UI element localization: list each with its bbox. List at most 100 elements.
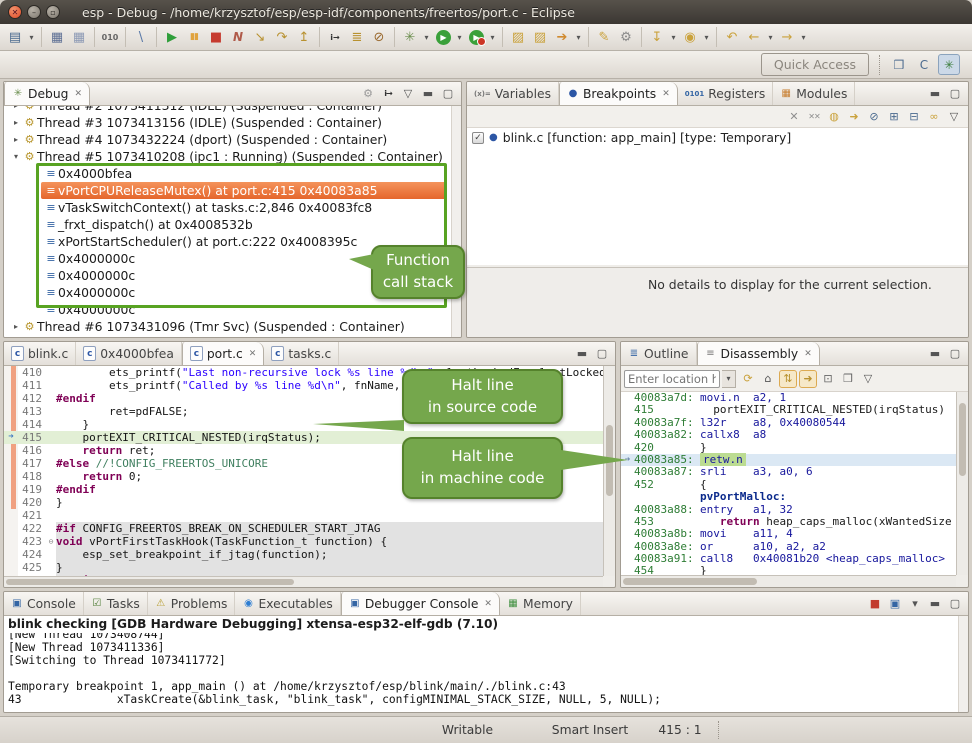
show-breakpoint-types-button[interactable]: ◍ [825, 108, 843, 126]
thread-row[interactable]: ▸⚙Thread #3 1073413156 (IDLE) (Suspended… [4, 114, 451, 131]
refresh-icon[interactable]: ⟳ [739, 370, 757, 388]
close-icon[interactable]: ✕ [484, 599, 492, 609]
editor-tab-0x4000bfea[interactable]: c0x4000bfea [76, 342, 182, 365]
remove-breakpoint-button[interactable]: ✕ [785, 108, 803, 126]
view-tab-problems[interactable]: ⚠Problems [148, 592, 236, 615]
home-icon[interactable]: ⌂ [759, 370, 777, 388]
sync-pc-toggle[interactable]: ⇅ [779, 370, 797, 388]
highlighter-button[interactable]: ✎ [594, 27, 614, 48]
go-to-file-button[interactable]: ➜ [845, 108, 863, 126]
step-return-button[interactable]: ↥ [294, 27, 314, 48]
remove-all-breakpoints-button[interactable]: ✕✕ [805, 108, 823, 126]
disassembly-code-area[interactable]: 40083a7d:movi.n a2, 1415 portEXIT_CRITIC… [621, 392, 956, 575]
editor-tab-blink-c[interactable]: cblink.c [4, 342, 76, 365]
minimize-icon[interactable]: ▬ [419, 85, 437, 103]
view-tab-tasks[interactable]: ☑Tasks [84, 592, 148, 615]
debug-perspective-button[interactable]: ✳ [938, 54, 960, 75]
view-tab-breakpoints[interactable]: ●Breakpoints✕ [559, 82, 678, 105]
skip-all-breakpoints-button[interactable]: \ [131, 27, 151, 48]
view-tab-console[interactable]: ▣Console [4, 592, 84, 615]
editor-tab-tasks-c[interactable]: ctasks.c [264, 342, 339, 365]
thread-row[interactable]: ▾⚙Thread #5 1073410208 (ipc1 : Running) … [4, 148, 451, 165]
breakpoint-row[interactable]: ✓●blink.c [function: app_main] [type: Te… [467, 128, 968, 147]
new-wizard-button-dropdown-icon[interactable]: ▾ [26, 33, 37, 42]
editor-tab-port-c[interactable]: cport.c✕ [182, 342, 264, 365]
location-input[interactable] [624, 370, 720, 388]
stack-frame-row[interactable]: ≡0x4000bfea [44, 165, 451, 182]
terminate-button[interactable]: ■ [206, 27, 226, 48]
debug-tree-scrollbar[interactable] [451, 106, 461, 337]
open-folder-button[interactable]: ▨ [530, 27, 550, 48]
suspend-button[interactable]: ▮▮ [184, 27, 204, 48]
save-button[interactable]: ▦ [47, 27, 67, 48]
view-tab-memory[interactable]: ▦Memory [500, 592, 581, 615]
terminate-console-button[interactable]: ■ [866, 595, 884, 613]
download-button-dropdown-icon[interactable]: ▾ [668, 33, 679, 42]
download-button[interactable]: ↧ [647, 27, 667, 48]
chevron-down-icon[interactable]: ▾ [10, 152, 22, 161]
view-tab-outline[interactable]: ≣Outline [621, 342, 697, 365]
view-tab-variables[interactable]: (x)=Variables [467, 82, 559, 105]
stack-frame-row[interactable]: ≡vPortCPUReleaseMutex() at port.c:415 0x… [41, 182, 447, 199]
back-button[interactable]: ← [744, 27, 764, 48]
step-over-button[interactable]: ↷ [272, 27, 292, 48]
lightbulb-button-dropdown-icon[interactable]: ▾ [701, 33, 712, 42]
thread-row[interactable]: ▸⚙Thread #4 1073432224 (dport) (Suspende… [4, 131, 451, 148]
close-icon[interactable]: ✕ [74, 89, 82, 99]
step-into-button[interactable]: ↘ [250, 27, 270, 48]
console-dropdown-icon[interactable]: ▾ [906, 595, 924, 613]
copy-button[interactable]: ⊡ [819, 370, 837, 388]
maximize-icon[interactable]: ▢ [946, 345, 964, 363]
view-tab-executables[interactable]: ◉Executables [235, 592, 340, 615]
debug-tab-debug[interactable]: ✳Debug✕ [4, 82, 90, 105]
collapse-icon[interactable]: ⊖ [46, 535, 56, 548]
stack-frame-row[interactable]: ≡0x4000000c [44, 301, 451, 318]
stack-frame-row[interactable]: ≡_frxt_dispatch() at 0x4008532b [44, 216, 451, 233]
last-edit-location-button[interactable]: ↶ [722, 27, 742, 48]
chevron-right-icon[interactable]: ▸ [10, 322, 22, 331]
disassembly-horizontal-scrollbar[interactable] [621, 575, 956, 587]
location-dropdown-icon[interactable]: ▾ [722, 370, 736, 388]
profile-button[interactable]: ▶ [466, 27, 486, 48]
expand-all-button[interactable]: ⊞ [885, 108, 903, 126]
chevron-right-icon[interactable]: ▸ [10, 106, 22, 110]
maximize-window-button[interactable]: ▫ [46, 5, 60, 19]
track-expression-toggle[interactable]: ➜ [799, 370, 817, 388]
minimize-window-button[interactable]: – [27, 5, 41, 19]
show-console-button[interactable]: ≣ [347, 27, 367, 48]
display-selected-console-button[interactable]: ▣ [886, 595, 904, 613]
view-tab-disassembly[interactable]: ≡Disassembly✕ [697, 342, 820, 365]
close-window-button[interactable]: ✕ [8, 5, 22, 19]
chevron-right-icon[interactable]: ▸ [10, 135, 22, 144]
console-scrollbar[interactable] [958, 616, 968, 712]
debug-launch-tree[interactable]: ▸⚙Thread #2 1073411312 (IDLE) (Suspended… [4, 106, 451, 337]
skip-all-button[interactable]: ⊘ [865, 108, 883, 126]
console-output-area[interactable]: blink checking [GDB Hardware Debugging] … [4, 616, 958, 712]
thread-row[interactable]: ▸⚙Thread #2 1073411312 (IDLE) (Suspended… [4, 106, 451, 114]
view-menu-icon[interactable]: ▽ [399, 85, 417, 103]
flash-folder-button[interactable]: ▨ [508, 27, 528, 48]
disconnect-button[interactable]: N [228, 27, 248, 48]
forward-button-dropdown-icon[interactable]: ▾ [798, 33, 809, 42]
maximize-icon[interactable]: ▢ [946, 595, 964, 613]
resume-button[interactable]: ▶ [162, 27, 182, 48]
view-menu-icon[interactable]: ▽ [945, 108, 963, 126]
view-tab-debugger-console[interactable]: ▣Debugger Console✕ [341, 592, 500, 615]
remove-all-terminated-button[interactable]: ⚙ [359, 85, 377, 103]
maximize-icon[interactable]: ▢ [593, 345, 611, 363]
quick-access-button[interactable]: Quick Access [761, 53, 869, 76]
maximize-icon[interactable]: ▢ [439, 85, 457, 103]
view-tab-modules[interactable]: ▦Modules [773, 82, 855, 105]
minimize-icon[interactable]: ▬ [926, 345, 944, 363]
debug-button[interactable]: ✳ [400, 27, 420, 48]
back-button-dropdown-icon[interactable]: ▾ [765, 33, 776, 42]
editor-horizontal-scrollbar[interactable] [4, 576, 603, 587]
breakpoints-list[interactable]: ✓●blink.c [function: app_main] [type: Te… [467, 128, 968, 265]
breakpoint-checkbox[interactable]: ✓ [472, 132, 484, 144]
close-icon[interactable]: ✕ [662, 89, 670, 99]
close-icon[interactable]: ✕ [249, 349, 257, 359]
binary-view-button[interactable]: 010 [100, 27, 120, 48]
open-new-view-button[interactable]: ❒ [839, 370, 857, 388]
collapse-all-button[interactable]: ⊟ [905, 108, 923, 126]
forward-button[interactable]: → [777, 27, 797, 48]
